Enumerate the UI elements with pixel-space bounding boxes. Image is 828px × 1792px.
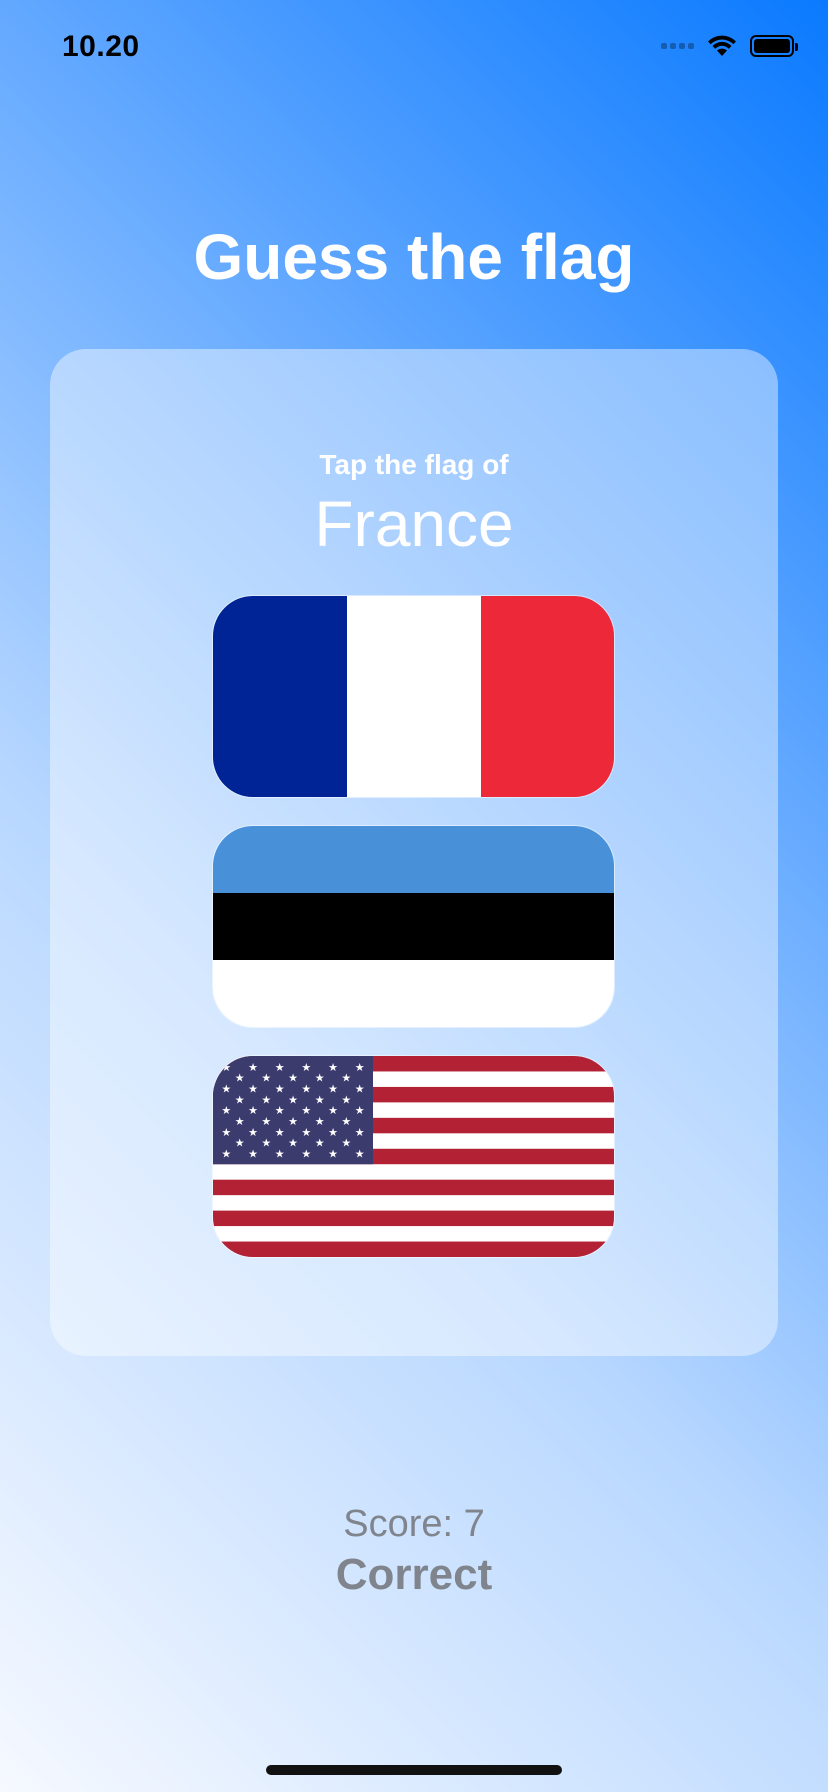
svg-text:★: ★ — [341, 1137, 351, 1150]
svg-text:★: ★ — [248, 1126, 258, 1139]
svg-text:★: ★ — [261, 1072, 271, 1085]
status-bar: 10.20 — [0, 0, 828, 100]
svg-text:★: ★ — [355, 1061, 365, 1074]
svg-text:★: ★ — [328, 1104, 338, 1117]
svg-text:★: ★ — [248, 1082, 258, 1095]
svg-text:★: ★ — [328, 1061, 338, 1074]
svg-text:★: ★ — [221, 1061, 231, 1074]
svg-text:★: ★ — [301, 1126, 311, 1139]
battery-icon — [750, 35, 798, 57]
france-flag-icon — [213, 596, 614, 797]
svg-text:★: ★ — [315, 1137, 325, 1150]
svg-text:★: ★ — [235, 1072, 245, 1085]
quiz-card: Tap the flag of France ★ ★ ★ ★ ★ ★ ★ ★ ★ ★ ★ ★ ★ ★ ★ ★ ★… — [50, 349, 778, 1356]
status-time: 10.20 — [62, 30, 140, 63]
svg-text:★: ★ — [315, 1072, 325, 1085]
svg-text:★: ★ — [261, 1115, 271, 1128]
status-icons — [661, 34, 798, 58]
svg-text:★: ★ — [341, 1115, 351, 1128]
result-label: Correct — [335, 1550, 493, 1599]
svg-text:★: ★ — [275, 1126, 285, 1139]
us-flag-icon: ★ ★ ★ ★ ★ ★★ ★ ★ ★ ★★ ★ ★ ★ ★ ★★ ★ ★ ★ ★★ ★ ★ ★ ★ ★★ ★ ★ ★ ★★ ★ ★ ★ ★ ★★… — [213, 1056, 614, 1257]
svg-text:★: ★ — [301, 1061, 311, 1074]
svg-text:★: ★ — [355, 1082, 365, 1095]
flag-button-france[interactable] — [213, 596, 614, 797]
svg-text:★: ★ — [221, 1104, 231, 1117]
svg-text:★: ★ — [301, 1147, 311, 1160]
svg-text:★: ★ — [341, 1093, 351, 1106]
svg-text:★: ★ — [235, 1093, 245, 1106]
svg-text:★: ★ — [355, 1126, 365, 1139]
svg-text:★: ★ — [328, 1082, 338, 1095]
svg-text:★: ★ — [288, 1137, 298, 1150]
svg-text:★: ★ — [235, 1115, 245, 1128]
wifi-icon — [708, 35, 736, 56]
svg-text:★: ★ — [261, 1093, 271, 1106]
flag-button-estonia[interactable] — [213, 826, 614, 1027]
svg-text:★: ★ — [301, 1082, 311, 1095]
svg-text:★: ★ — [355, 1147, 365, 1160]
page-title: Guess the flag — [193, 221, 635, 293]
cellular-signal-icon — [661, 43, 694, 49]
svg-text:★: ★ — [301, 1104, 311, 1117]
svg-text:★: ★ — [248, 1147, 258, 1160]
svg-text:★: ★ — [248, 1104, 258, 1117]
svg-text:★: ★ — [288, 1093, 298, 1106]
svg-text:★: ★ — [355, 1104, 365, 1117]
svg-text:★: ★ — [315, 1093, 325, 1106]
svg-text:★: ★ — [275, 1061, 285, 1074]
svg-text:★: ★ — [288, 1072, 298, 1085]
svg-text:★: ★ — [288, 1115, 298, 1128]
svg-text:★: ★ — [221, 1082, 231, 1095]
home-indicator[interactable] — [266, 1765, 562, 1775]
svg-text:★: ★ — [328, 1147, 338, 1160]
svg-text:★: ★ — [341, 1072, 351, 1085]
svg-text:★: ★ — [261, 1137, 271, 1150]
estonia-flag-icon — [213, 826, 614, 1027]
svg-text:★: ★ — [275, 1082, 285, 1095]
svg-text:★: ★ — [315, 1115, 325, 1128]
svg-text:★: ★ — [221, 1147, 231, 1160]
svg-text:★: ★ — [328, 1126, 338, 1139]
svg-text:★: ★ — [275, 1104, 285, 1117]
question-prompt: Tap the flag of — [319, 449, 509, 480]
flag-button-united-states[interactable]: ★ ★ ★ ★ ★ ★ ★ ★ ★ ★ ★ ★ ★ ★ ★ ★ ★ ★ ★ ★ ★ ★ ★ ★ ★ ★ ★ ★ ★ ★ ★ ★ ★ ★ ★ ★ ★ ★ ★ ★… — [213, 1056, 614, 1257]
svg-text:★: ★ — [221, 1126, 231, 1139]
svg-text:★: ★ — [275, 1147, 285, 1160]
target-country: France — [314, 488, 514, 560]
score-label: Score: 7 — [343, 1503, 485, 1545]
svg-text:★: ★ — [248, 1061, 258, 1074]
svg-text:★: ★ — [235, 1137, 245, 1150]
